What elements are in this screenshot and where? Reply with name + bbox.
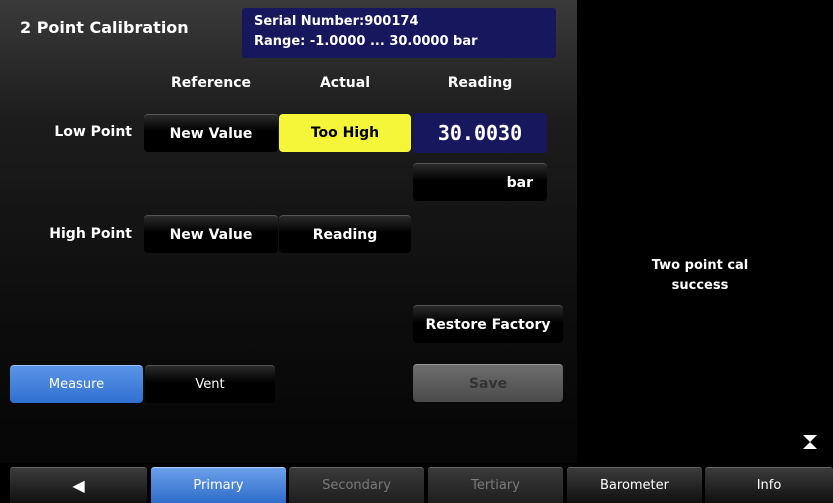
status-message: Two point cal success xyxy=(620,256,780,296)
low-point-reading-display: 30.0030 xyxy=(413,113,547,153)
high-point-label: High Point xyxy=(49,226,132,242)
status-line-2: success xyxy=(671,278,729,293)
sensor-info-box: Serial Number:900174 Range: -1.0000 ... … xyxy=(242,8,556,58)
low-point-too-high-button[interactable]: Too High xyxy=(279,114,411,152)
status-line-1: Two point cal xyxy=(651,258,749,273)
tab-secondary[interactable]: Secondary xyxy=(289,467,424,503)
bottom-tab-bar: ◀ Primary Secondary Tertiary Barometer I… xyxy=(0,467,833,503)
vent-button[interactable]: Vent xyxy=(145,365,275,403)
back-arrow-icon: ◀ xyxy=(72,476,85,495)
low-point-new-value-button[interactable]: New Value xyxy=(144,114,278,152)
high-point-reading-button[interactable]: Reading xyxy=(279,215,411,253)
tab-info[interactable]: Info xyxy=(705,467,833,503)
collapse-expand-icon[interactable] xyxy=(800,432,820,452)
measure-button[interactable]: Measure xyxy=(10,365,143,403)
restore-factory-button[interactable]: Restore Factory xyxy=(413,305,563,343)
low-point-label: Low Point xyxy=(54,124,132,140)
tab-barometer[interactable]: Barometer xyxy=(567,467,702,503)
page-title: 2 Point Calibration xyxy=(20,18,189,37)
column-header-reference: Reference xyxy=(170,75,252,91)
save-button[interactable]: Save xyxy=(413,364,563,402)
tab-tertiary[interactable]: Tertiary xyxy=(428,467,563,503)
range: Range: -1.0000 ... 30.0000 bar xyxy=(254,34,478,49)
column-header-reading: Reading xyxy=(447,75,513,91)
unit-selector-button[interactable]: bar xyxy=(413,163,547,201)
high-point-new-value-button[interactable]: New Value xyxy=(144,215,278,253)
serial-number: Serial Number:900174 xyxy=(254,14,419,29)
back-button[interactable]: ◀ xyxy=(10,467,147,503)
column-header-actual: Actual xyxy=(319,75,371,91)
tab-primary[interactable]: Primary xyxy=(151,467,286,503)
